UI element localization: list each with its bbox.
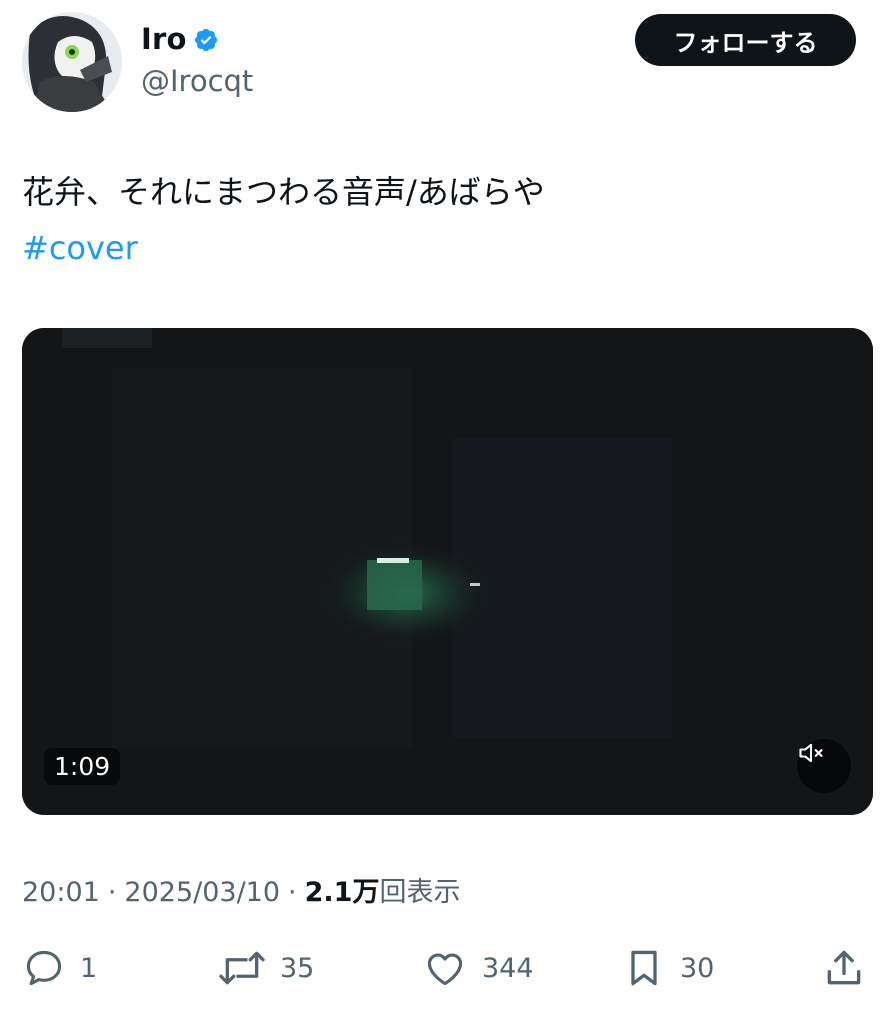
repost-icon xyxy=(219,951,265,985)
mute-button[interactable] xyxy=(797,739,851,793)
share-button[interactable] xyxy=(822,940,866,996)
repost-count: 35 xyxy=(280,952,315,984)
share-icon xyxy=(827,950,861,985)
video-player[interactable]: 1:09 xyxy=(22,328,873,815)
views-count: 2.1万 xyxy=(304,877,380,908)
reply-icon xyxy=(26,950,62,986)
tweet-meta: 20:01 · 2025/03/10 · 2.1万 回表示 xyxy=(22,870,460,909)
video-frame xyxy=(22,328,873,815)
action-bar: 1 35 344 30 xyxy=(22,940,872,996)
bookmark-count: 30 xyxy=(680,952,715,984)
verified-badge-icon xyxy=(194,28,217,52)
tweet-page: Iro @Irocqt フォローする 花弁、それにまつわる音声/あばらや #co… xyxy=(0,0,894,1024)
follow-button[interactable]: フォローする xyxy=(635,14,856,66)
bookmark-button[interactable]: 30 xyxy=(622,940,714,996)
repost-button[interactable]: 35 xyxy=(218,940,314,996)
bookmark-icon xyxy=(631,950,657,986)
display-name-row[interactable]: Iro xyxy=(141,22,219,56)
hashtag-link[interactable]: #cover xyxy=(22,226,138,270)
display-name[interactable]: Iro xyxy=(141,22,187,56)
tweet-date[interactable]: 2025/03/10 xyxy=(124,877,280,908)
like-count: 344 xyxy=(482,952,534,984)
like-button[interactable]: 344 xyxy=(422,940,534,996)
tweet-text: 花弁、それにまつわる音声/あばらや xyxy=(22,173,545,211)
reply-count: 1 xyxy=(80,952,98,984)
views-label: 回表示 xyxy=(379,877,461,908)
avatar-illustration xyxy=(22,12,122,112)
meta-separator: · xyxy=(288,877,297,908)
video-duration: 1:09 xyxy=(44,748,121,785)
muted-speaker-icon xyxy=(799,743,823,763)
author-avatar[interactable] xyxy=(22,12,122,112)
tweet-time[interactable]: 20:01 xyxy=(22,877,100,908)
author-handle[interactable]: @Irocqt xyxy=(141,64,253,98)
heart-icon xyxy=(427,953,463,986)
reply-button[interactable]: 1 xyxy=(22,940,97,996)
meta-separator: · xyxy=(107,877,117,908)
